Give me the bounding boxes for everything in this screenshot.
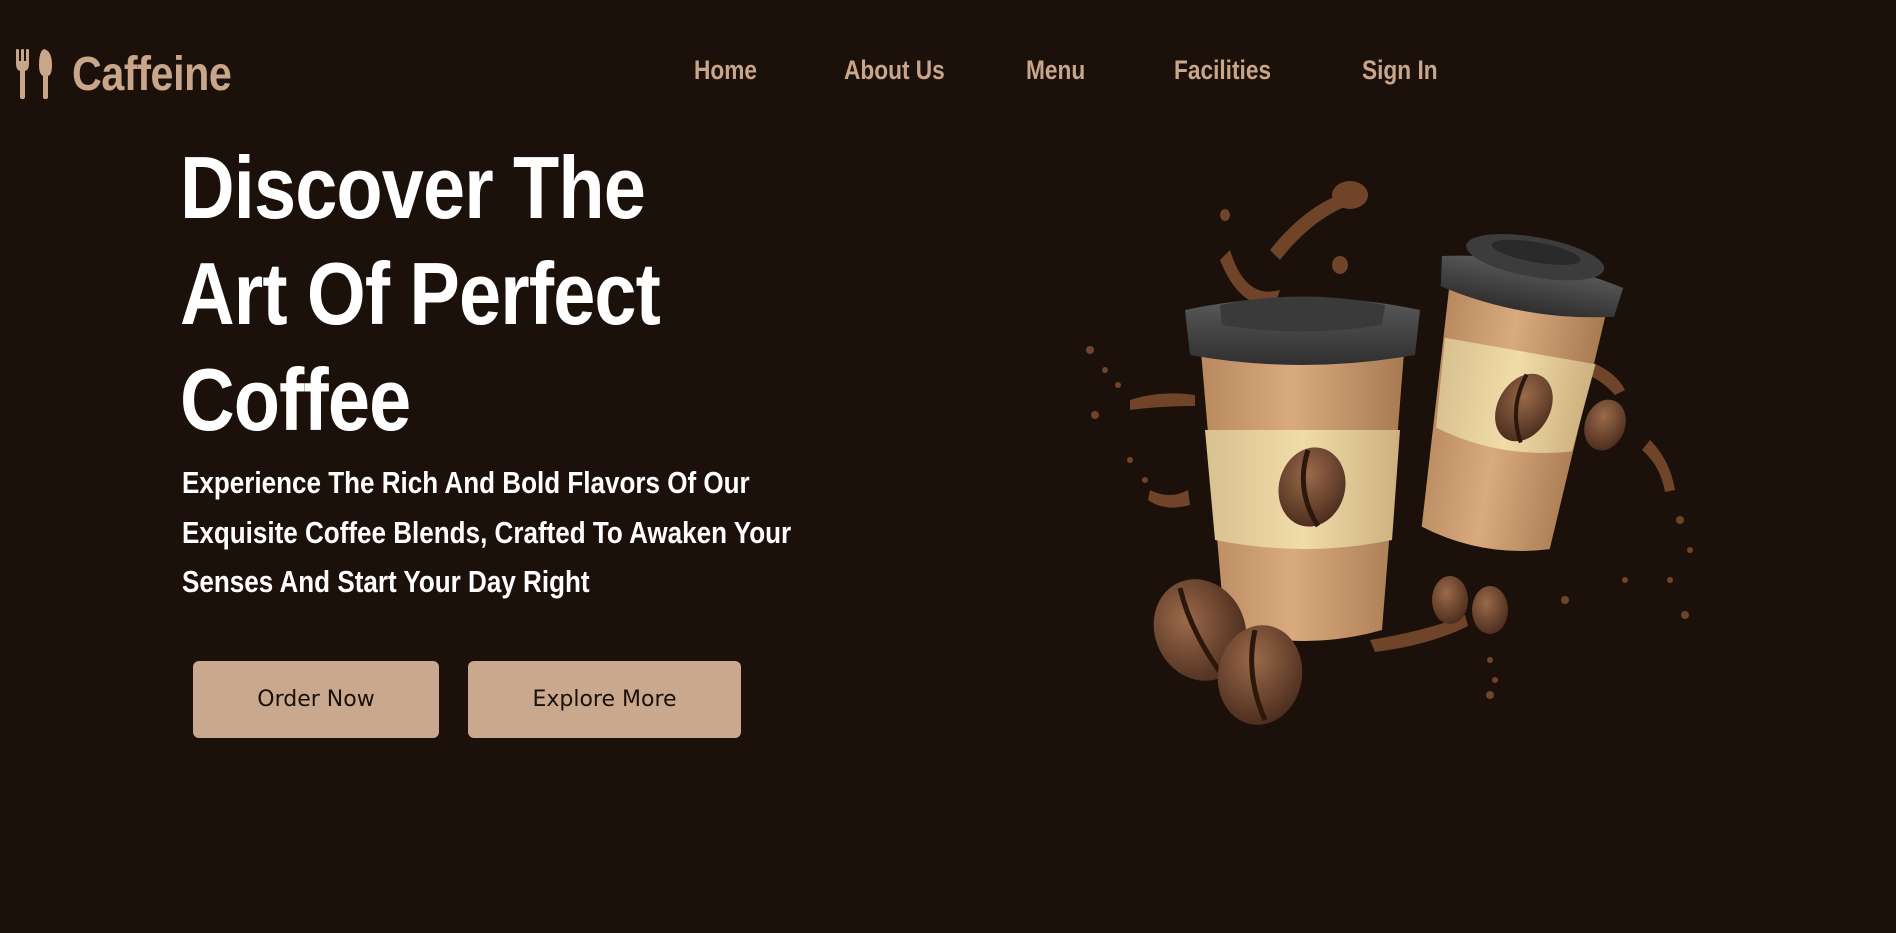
hero-subtitle-line: Experience The Rich And Bold Flavors Of … (182, 465, 750, 500)
order-now-button[interactable]: Order Now (193, 661, 439, 738)
hero-subtitle-line: Exquisite Coffee Blends, Crafted To Awak… (182, 514, 792, 550)
explore-more-button[interactable]: Explore More (468, 661, 741, 738)
nav-facilities[interactable]: Facilities (1174, 55, 1271, 86)
nav-about-us[interactable]: About Us (844, 55, 945, 86)
hero-title-line: Coffee (180, 350, 411, 449)
nav-home[interactable]: Home (694, 55, 757, 86)
main-nav: Home About Us Menu Facilities Sign In (0, 55, 1896, 91)
hero-title-line: Discover The (180, 138, 646, 237)
hero-subtitle-line: Senses And Start Your Day Right (182, 564, 590, 599)
coffee-cups-illustration (1086, 181, 1693, 725)
hero-subtitle: Experience The Rich And Bold Flavors Of … (182, 458, 820, 607)
navbar: Caffeine Home About Us Menu Facilities S… (0, 0, 1896, 140)
hero-title-line: Art Of Perfect (180, 244, 661, 343)
hero-title: Discover The Art Of Perfect Coffee (180, 135, 713, 453)
nav-sign-in[interactable]: Sign In (1362, 55, 1438, 86)
nav-menu[interactable]: Menu (1026, 55, 1085, 86)
